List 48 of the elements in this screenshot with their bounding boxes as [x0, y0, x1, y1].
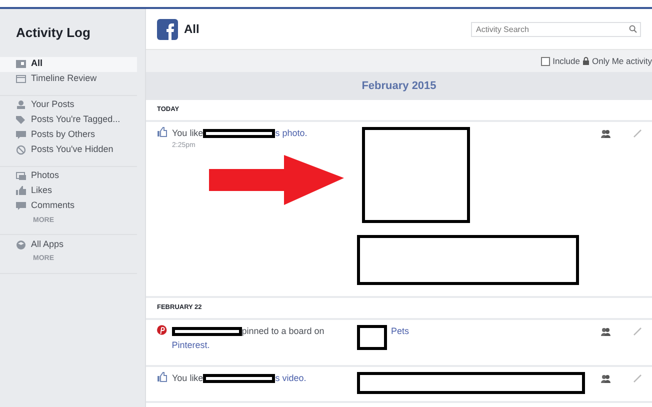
page-title: Activity Log — [15, 24, 92, 42]
sidebar-item[interactable]: All Apps — [0, 237, 137, 252]
timeline-icon — [16, 74, 26, 84]
month-heading: February 2015 — [146, 72, 652, 100]
comment-icon — [16, 201, 26, 211]
sidebar-item[interactable]: Posts You've Hidden — [0, 142, 137, 158]
edit-icon — [633, 374, 642, 383]
search-field[interactable]: Activity Search — [471, 22, 641, 36]
edit-icon — [633, 327, 642, 336]
logo-icon — [157, 18, 178, 40]
thumbs-up-icon — [157, 372, 167, 382]
edit-icon — [633, 129, 642, 138]
thumbs-up-icon — [157, 127, 167, 137]
sidebar-item[interactable]: Photos — [0, 168, 137, 184]
activity-link[interactable]: s video. — [275, 372, 306, 386]
activity-text: pinned to a board on — [242, 325, 324, 338]
cube-icon — [16, 240, 26, 250]
sidebar-item[interactable]: Posts by Others — [0, 128, 137, 142]
checkbox[interactable] — [540, 56, 550, 66]
redaction-box — [357, 325, 387, 350]
lock-icon — [583, 57, 589, 65]
audience-icon — [601, 374, 611, 383]
search-icon — [629, 25, 637, 33]
photos-icon — [16, 171, 26, 181]
sidebar-item[interactable]: Posts You're Tagged... — [0, 112, 137, 128]
sidebar-item[interactable]: Your Posts — [0, 98, 137, 112]
audience-icon — [601, 327, 611, 336]
activity-text: You like — [172, 372, 204, 385]
page-heading: All — [184, 21, 200, 38]
sidebar-item[interactable]: Likes — [0, 184, 137, 198]
sidebar-item[interactable]: Comments — [0, 198, 137, 214]
checkbox-label: Only Me activity — [592, 54, 652, 68]
pin-icon — [157, 325, 167, 335]
board-link[interactable]: Pets — [391, 325, 410, 350]
audience-icon — [601, 129, 611, 138]
thumbs-up-icon — [16, 186, 26, 196]
sidebar-item[interactable]: Timeline Review — [0, 72, 137, 86]
activity-link[interactable]: Pinterest. — [172, 338, 357, 352]
redaction-box — [172, 327, 242, 336]
activity-text: You like — [172, 127, 204, 140]
sidebar-item[interactable]: All — [0, 56, 137, 72]
feed-icon — [16, 59, 26, 69]
person-icon — [16, 100, 26, 110]
checkbox-label: Include — [552, 54, 580, 68]
speech-bubble-icon — [16, 130, 26, 140]
hidden-icon — [16, 145, 26, 155]
tag-icon — [16, 115, 26, 125]
activity-link[interactable]: s photo. — [275, 127, 308, 140]
